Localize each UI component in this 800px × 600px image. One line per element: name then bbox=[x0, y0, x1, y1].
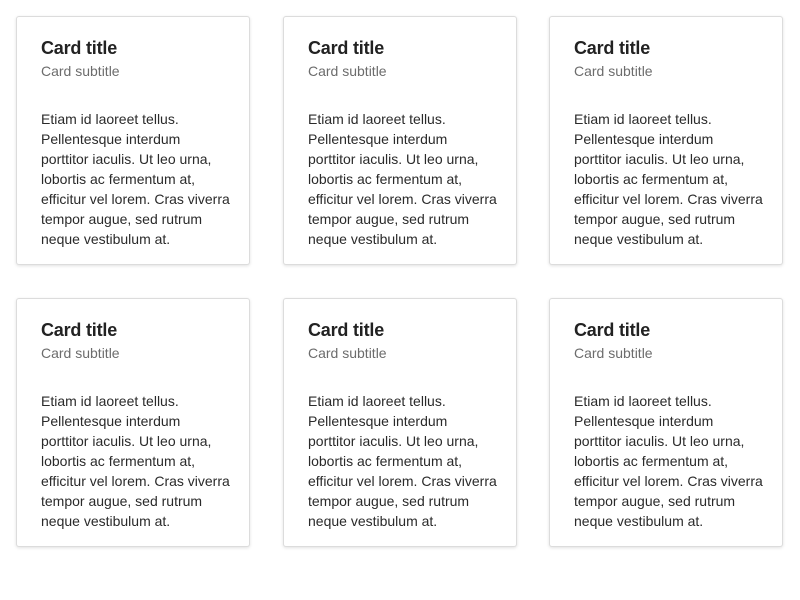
card-body-text: Etiam id laoreet tellus. Pellentesque in… bbox=[41, 111, 230, 247]
card-subtitle: Card subtitle bbox=[308, 345, 387, 361]
card: Card title Card subtitle Etiam id laoree… bbox=[283, 298, 517, 547]
card-body-text: Etiam id laoreet tellus. Pellentesque in… bbox=[41, 393, 230, 529]
card-title: Card title bbox=[41, 38, 118, 58]
card: Card title Card subtitle Etiam id laoree… bbox=[16, 298, 250, 547]
card-title: Card title bbox=[574, 38, 651, 58]
card-title: Card title bbox=[574, 320, 651, 340]
card-title: Card title bbox=[308, 38, 385, 58]
card-body-text: Etiam id laoreet tellus. Pellentesque in… bbox=[308, 111, 497, 247]
card-subtitle: Card subtitle bbox=[41, 345, 120, 361]
card: Card title Card subtitle Etiam id laoree… bbox=[16, 16, 250, 265]
card-subtitle: Card subtitle bbox=[308, 63, 387, 79]
card: Card title Card subtitle Etiam id laoree… bbox=[549, 298, 783, 547]
card-subtitle: Card subtitle bbox=[574, 345, 653, 361]
card-subtitle: Card subtitle bbox=[41, 63, 120, 79]
card: Card title Card subtitle Etiam id laoree… bbox=[549, 16, 783, 265]
card-body-text: Etiam id laoreet tellus. Pellentesque in… bbox=[574, 393, 763, 529]
card-body-text: Etiam id laoreet tellus. Pellentesque in… bbox=[308, 393, 497, 529]
card-title: Card title bbox=[41, 320, 118, 340]
card-body-text: Etiam id laoreet tellus. Pellentesque in… bbox=[574, 111, 763, 247]
card: Card title Card subtitle Etiam id laoree… bbox=[283, 16, 517, 265]
card-title: Card title bbox=[308, 320, 385, 340]
card-subtitle: Card subtitle bbox=[574, 63, 653, 79]
card-grid: Card title Card subtitle Etiam id laoree… bbox=[0, 0, 800, 600]
